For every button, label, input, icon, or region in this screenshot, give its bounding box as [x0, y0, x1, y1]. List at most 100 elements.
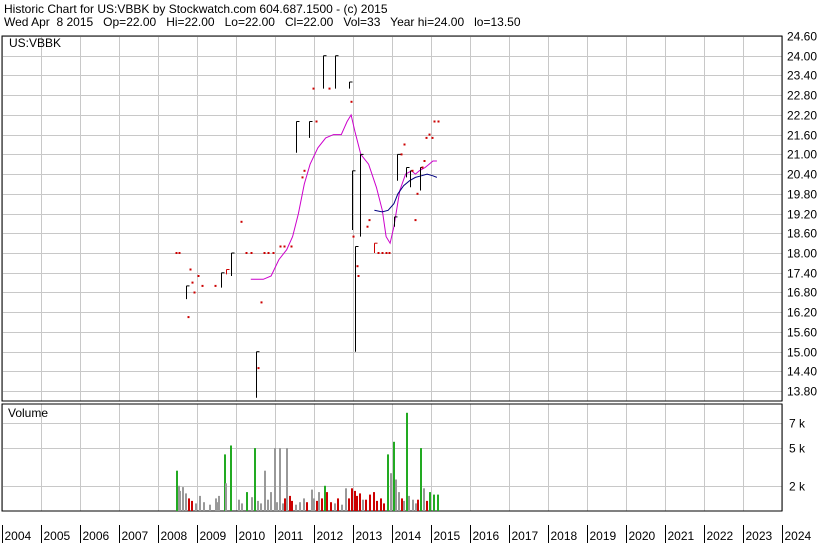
price-tick-label: 19.80 [787, 188, 817, 202]
volume-bar [406, 412, 408, 511]
price-mark [175, 252, 178, 254]
price-mark [240, 220, 243, 223]
volume-bar [188, 498, 190, 511]
volume-bar [291, 500, 293, 511]
volume-bar [276, 502, 278, 511]
price-tick-label: 16.20 [787, 306, 817, 320]
volume-bar [254, 448, 256, 511]
volume-panel-label: Volume [8, 406, 48, 420]
price-mark [400, 153, 403, 156]
price-mark [423, 160, 426, 162]
volume-bar [257, 500, 259, 511]
volume-bar [437, 494, 439, 511]
volume-bar [179, 490, 181, 511]
volume-bar [376, 500, 378, 511]
volume-bar [306, 502, 308, 511]
price-mark [368, 219, 371, 222]
year-label: 2023 [746, 529, 773, 543]
year-label: 2009 [200, 529, 227, 543]
price-mark [357, 275, 360, 277]
price-mark [187, 316, 190, 319]
volume-bar [274, 448, 276, 511]
price-mark [385, 252, 388, 254]
price-tick-label: 24.60 [787, 30, 817, 44]
price-mark [189, 268, 192, 271]
price-mark [411, 169, 414, 172]
volume-bar [260, 503, 262, 511]
year-label: 2024 [785, 529, 812, 543]
volume-axis: 7 k 5 k 2 k [789, 417, 806, 494]
volume-bar [313, 498, 315, 511]
price-mark [290, 245, 293, 248]
volume-bar [393, 441, 395, 511]
price-mark [433, 120, 436, 123]
volume-bar [267, 499, 269, 511]
volume-bar [373, 492, 375, 511]
year-label: 2017 [512, 529, 539, 543]
volume-bar [380, 498, 382, 511]
volume-bar [341, 504, 343, 511]
year-label: 2014 [395, 529, 422, 543]
price-mark [260, 301, 263, 304]
volume-bar [270, 492, 272, 511]
volume-bar [318, 492, 320, 511]
year-label: 2007 [122, 529, 149, 543]
volume-bar [284, 498, 286, 511]
volume-bar [401, 498, 403, 511]
year-label: 2010 [239, 529, 266, 543]
price-mark [328, 87, 331, 90]
price-mark [250, 252, 253, 254]
price-mark [283, 245, 286, 248]
volume-bar [241, 503, 243, 511]
volume-bar [182, 487, 184, 511]
volume-bar [415, 503, 417, 511]
price-mark [416, 192, 419, 195]
volume-bar [295, 504, 297, 511]
price-mark [214, 284, 217, 287]
volume-bar [286, 448, 288, 511]
volume-bar [390, 473, 392, 511]
volume-tick-label: 2 k [789, 480, 806, 494]
price-mark [272, 252, 275, 254]
chart-header-line1: Historic Chart for US:VBBK by Stockwatch… [4, 2, 388, 16]
volume-bar [289, 495, 291, 511]
price-tick-label: 17.40 [787, 267, 817, 281]
volume-bar [215, 498, 217, 511]
volume-bar [264, 470, 266, 511]
year-label: 2004 [5, 529, 32, 543]
volume-bar [316, 500, 318, 511]
price-mark [366, 225, 369, 228]
price-mark [303, 169, 306, 172]
price-tick-label: 18.60 [787, 227, 817, 241]
price-tick-label: 24.00 [787, 50, 817, 64]
price-mark [312, 87, 315, 90]
year-label: 2019 [590, 529, 617, 543]
price-tick-label: 23.40 [787, 69, 817, 83]
volume-bar [369, 494, 371, 511]
volume-bar [330, 502, 332, 511]
price-panel-label: US:VBBK [9, 36, 61, 50]
volume-bar [351, 488, 353, 511]
price-mark [421, 166, 424, 169]
price-tick-label: 15.00 [787, 346, 817, 360]
price-mark [315, 120, 318, 123]
stock-chart: Historic Chart for US:VBBK by Stockwatch… [0, 0, 830, 543]
year-label: 2011 [278, 529, 304, 543]
volume-bar [279, 448, 281, 511]
price-mark [257, 367, 260, 370]
volume-bar [246, 492, 248, 511]
volume-bar [395, 479, 397, 511]
chart-header-line2: Wed Apr 8 2015 Op=22.00 Hi=22.00 Lo=22.0… [4, 15, 521, 29]
volume-bar [387, 454, 389, 511]
volume-bar [199, 495, 201, 511]
volume-grid [2, 404, 783, 511]
year-label: 2015 [434, 529, 461, 543]
year-label: 2020 [629, 529, 656, 543]
price-mark [197, 275, 200, 277]
volume-bar [429, 492, 431, 511]
year-label: 2008 [161, 529, 188, 543]
price-mark [301, 176, 304, 179]
volume-bar [426, 500, 428, 511]
price-tick-label: 15.60 [787, 326, 817, 340]
price-mark [377, 252, 380, 254]
